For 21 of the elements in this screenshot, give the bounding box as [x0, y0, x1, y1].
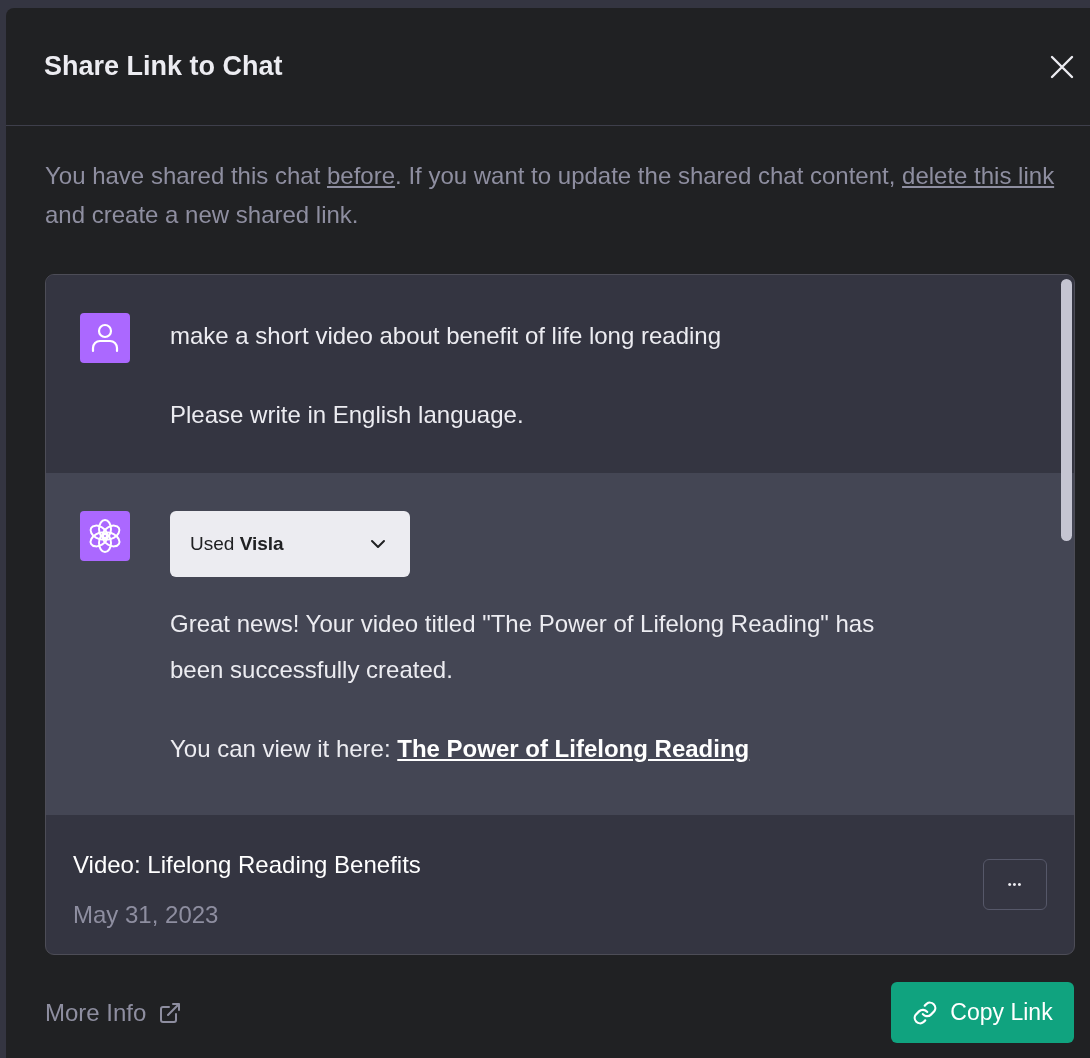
scrollbar-thumb[interactable] — [1061, 279, 1072, 541]
text-link[interactable]: before — [327, 162, 396, 189]
plugin-dropdown[interactable]: Used Visla — [170, 511, 410, 577]
user-icon — [91, 323, 119, 353]
more-options-button[interactable]: ••• — [983, 859, 1047, 910]
message-text: You can view it here: The Power of Lifelong Reading — [170, 734, 751, 764]
knot-logo-icon — [87, 518, 123, 554]
external-link-icon — [158, 1000, 183, 1025]
message-text: Please write in English language. — [170, 400, 525, 430]
more-info-link[interactable]: More Info — [45, 994, 183, 1031]
chat-title: Video: Lifelong Reading Benefits — [73, 850, 421, 880]
message-text: Great news! Your video titled "The Power of Lifelong Reading" has been successfully created. — [170, 609, 876, 685]
text-link[interactable]: delete this link — [902, 162, 1055, 189]
notice-text: You have shared this chat before. If you want to update the shared chat content, delete this link and create a new shared link. — [45, 161, 1056, 230]
text-link[interactable]: The Power of Lifelong Reading — [397, 735, 750, 762]
link-icon — [912, 999, 939, 1026]
copy-link-button[interactable]: Copy Link — [891, 982, 1074, 1043]
dialog-title: Share Link to Chat — [44, 50, 283, 83]
chat-date: May 31, 2023 — [73, 900, 220, 930]
close-icon — [1050, 54, 1074, 79]
message-text: make a short video about benefit of life long reading — [170, 321, 723, 351]
